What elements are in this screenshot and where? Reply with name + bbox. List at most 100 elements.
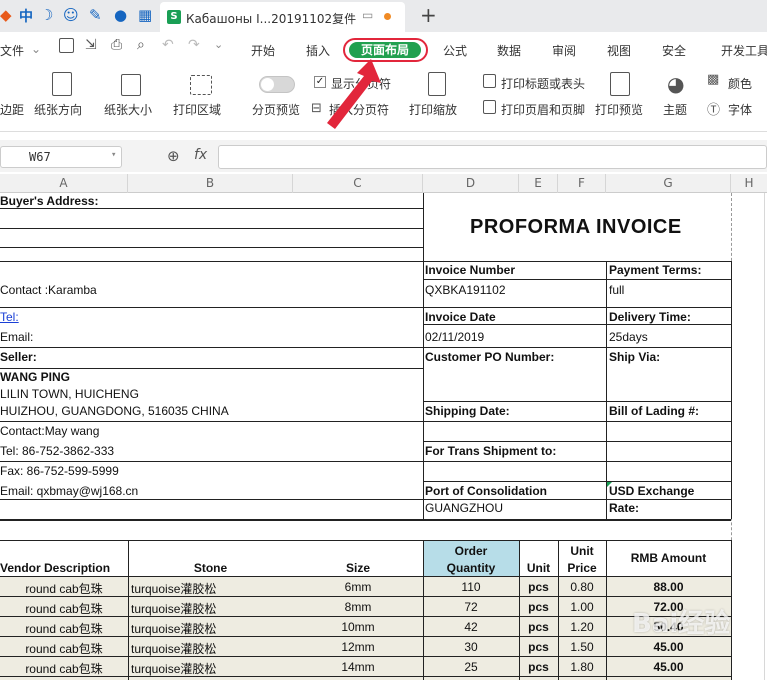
- smiley-icon[interactable]: ☺: [63, 6, 79, 24]
- microphone-icon[interactable]: ●: [114, 6, 127, 24]
- input-method-icon[interactable]: 中: [19, 6, 33, 26]
- menu-tab-home[interactable]: 开始: [251, 42, 275, 59]
- cell-stone[interactable]: turquoise灌胶松: [131, 580, 293, 597]
- colors-button[interactable]: 颜色: [728, 75, 752, 92]
- cell-unit[interactable]: pcs: [519, 580, 558, 594]
- cell-vendor[interactable]: round cab包珠: [0, 620, 128, 637]
- port-label: Port of Consolidation: [425, 484, 547, 498]
- column-header-f[interactable]: F: [558, 174, 606, 193]
- column-header-e[interactable]: E: [519, 174, 558, 193]
- page-break-preview-button[interactable]: 分页预览: [252, 101, 300, 118]
- cell-size[interactable]: 6mm: [293, 580, 423, 594]
- pencil-icon[interactable]: ✎: [89, 6, 102, 24]
- title-bar: ◆ 中 ☽ ☺ ✎ ● ▦ S Кабашоны I...20191102复件 …: [0, 0, 767, 32]
- print-area-button[interactable]: 打印区域: [173, 101, 221, 118]
- cell-size[interactable]: 14mm: [293, 660, 423, 674]
- chevron-down-icon[interactable]: ▾: [111, 150, 116, 160]
- payment-terms-label: Payment Terms:: [609, 263, 702, 277]
- menu-tab-formulas[interactable]: 公式: [443, 42, 467, 59]
- column-header-g[interactable]: G: [606, 174, 731, 193]
- export-icon[interactable]: ⇲: [85, 37, 97, 53]
- cell-stone[interactable]: turquoise灌胶松: [131, 600, 293, 617]
- print-preview-icon[interactable]: ⌕: [137, 37, 145, 53]
- orientation-button[interactable]: 纸张方向: [34, 101, 82, 118]
- print-titles-button[interactable]: 打印标题或表头: [501, 75, 585, 92]
- save-icon[interactable]: [59, 38, 74, 53]
- cell-size[interactable]: 8mm: [293, 600, 423, 614]
- cell-qty[interactable]: 72: [423, 600, 519, 614]
- cell-price[interactable]: 1.80: [558, 660, 606, 674]
- menu-file[interactable]: 文件: [0, 42, 24, 59]
- tel-link[interactable]: Tel:: [0, 310, 19, 324]
- document-tab[interactable]: S Кабашоны I...20191102复件 ▭: [160, 2, 405, 32]
- function-icon[interactable]: fx: [194, 147, 207, 163]
- cell-vendor[interactable]: round cab包珠: [0, 660, 128, 677]
- column-header-d[interactable]: D: [423, 174, 519, 193]
- cell-qty[interactable]: 42: [423, 620, 519, 634]
- print-icon[interactable]: ⎙: [111, 37, 122, 53]
- cell-vendor[interactable]: round cab包珠: [0, 600, 128, 617]
- cell-unit[interactable]: pcs: [519, 600, 558, 614]
- menu-tab-security[interactable]: 安全: [662, 42, 686, 59]
- column-header-h[interactable]: H: [731, 174, 767, 193]
- cell-price[interactable]: 1.00: [558, 600, 606, 614]
- cell-size[interactable]: 10mm: [293, 620, 423, 634]
- cell-amount[interactable]: 88.00: [606, 580, 731, 594]
- buyer-email: Email:: [0, 330, 34, 344]
- column-header-b[interactable]: B: [128, 174, 293, 193]
- colors-icon: ▩: [707, 72, 720, 87]
- header-footer-button[interactable]: 打印页眉和页脚: [501, 101, 585, 118]
- cell-price[interactable]: 1.50: [558, 640, 606, 654]
- page-break-preview-toggle[interactable]: [259, 76, 295, 93]
- menu-tab-view[interactable]: 视图: [607, 42, 631, 59]
- cell-amount[interactable]: 45.00: [606, 640, 731, 654]
- chevron-down-icon[interactable]: ⌄: [31, 42, 41, 56]
- header-footer-icon: [483, 100, 496, 114]
- cell-vendor[interactable]: round cab包珠: [0, 640, 128, 657]
- paper-size-button[interactable]: 纸张大小: [104, 101, 152, 118]
- customer-po-label: Customer PO Number:: [425, 350, 555, 364]
- fonts-button[interactable]: 字体: [728, 101, 752, 118]
- margins-button[interactable]: 边距: [0, 101, 24, 118]
- cell-amount[interactable]: 45.00: [606, 660, 731, 674]
- moon-icon[interactable]: ☽: [40, 6, 53, 24]
- cell-stone[interactable]: turquoise灌胶松: [131, 660, 293, 677]
- new-tab-button[interactable]: +: [420, 3, 437, 27]
- seller-address-1: LILIN TOWN, HUICHENG: [0, 387, 139, 401]
- seller-name: WANG PING: [0, 370, 71, 384]
- cell-stone[interactable]: turquoise灌胶松: [131, 640, 293, 657]
- cell-qty[interactable]: 25: [423, 660, 519, 674]
- name-box[interactable]: W67 ▾: [0, 146, 122, 168]
- undo-icon[interactable]: ↶: [162, 37, 174, 53]
- redo-icon[interactable]: ↷: [188, 37, 200, 53]
- payment-terms-value: full: [609, 283, 625, 297]
- column-header-c[interactable]: C: [293, 174, 423, 193]
- spreadsheet-grid[interactable]: Buyer's Address: PROFORMA INVOICE Invoic…: [0, 193, 767, 680]
- cell-stone[interactable]: turquoise灌胶松: [131, 620, 293, 637]
- column-header-a[interactable]: A: [0, 174, 128, 193]
- usd-rate-label: USD Exchange: [609, 484, 695, 498]
- print-titles-icon: [483, 74, 496, 88]
- menu-tab-developer[interactable]: 开发工具: [721, 42, 767, 59]
- header-order-1: Order: [454, 544, 488, 558]
- cell-size[interactable]: 12mm: [293, 640, 423, 654]
- cell-price[interactable]: 1.20: [558, 620, 606, 634]
- cell-price[interactable]: 0.80: [558, 580, 606, 594]
- cell-qty[interactable]: 30: [423, 640, 519, 654]
- monitor-icon[interactable]: ▭: [362, 8, 373, 22]
- menu-tab-review[interactable]: 审阅: [552, 42, 576, 59]
- port-value: GUANGZHOU: [425, 501, 503, 515]
- themes-button[interactable]: 主题: [663, 101, 687, 118]
- print-preview-button[interactable]: 打印预览: [595, 101, 643, 118]
- cell-unit[interactable]: pcs: [519, 640, 558, 654]
- cell-unit[interactable]: pcs: [519, 620, 558, 634]
- menu-tab-data[interactable]: 数据: [497, 42, 521, 59]
- cell-vendor[interactable]: round cab包珠: [0, 580, 128, 597]
- zoom-icon[interactable]: ⊕: [167, 147, 180, 165]
- cell-unit[interactable]: pcs: [519, 660, 558, 674]
- formula-input[interactable]: [218, 145, 767, 169]
- chevron-down-icon[interactable]: ⌄: [214, 38, 223, 51]
- cell-qty[interactable]: 110: [423, 580, 519, 594]
- grid-icon[interactable]: ▦: [138, 6, 152, 24]
- print-scaling-button[interactable]: 打印缩放: [409, 101, 457, 118]
